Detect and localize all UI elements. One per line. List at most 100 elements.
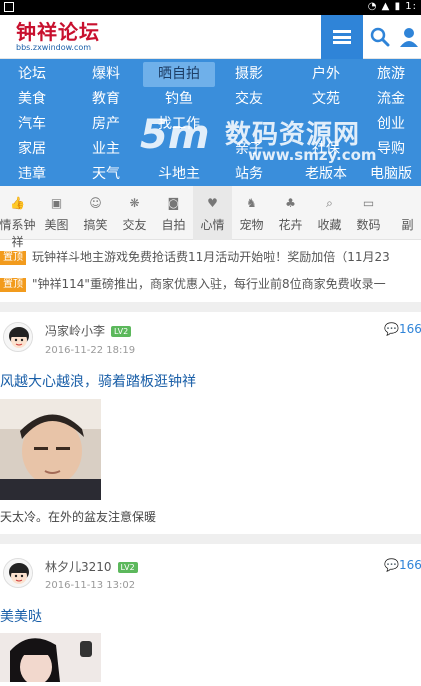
- icon-tab-label: 收藏: [317, 218, 342, 232]
- post-photo[interactable]: [0, 399, 101, 504]
- comment-number: 166: [398, 558, 421, 572]
- level-badge: LV2: [117, 562, 138, 573]
- category-晒自拍[interactable]: 晒自拍: [143, 62, 215, 87]
- user-button[interactable]: [397, 15, 421, 59]
- category-流金[interactable]: 流金: [362, 87, 420, 112]
- icon-tab-label: 副: [401, 218, 414, 232]
- comment-icon: 💬: [384, 558, 399, 572]
- category-业主[interactable]: 业主: [78, 137, 134, 162]
- icon-tab-dog[interactable]: ♞ 宠物: [232, 186, 271, 240]
- search-icon: ⌕: [326, 196, 333, 210]
- comment-count[interactable]: 💬166: [384, 558, 421, 572]
- wifi-icon: ◔: [367, 1, 378, 12]
- selfie-image: [0, 633, 101, 685]
- status-indicators: ◔ ▲ ▮ 1:: [368, 1, 417, 12]
- category-grid: 论坛 爆料 晒自拍 摄影 户外 旅游美食 教育 钓鱼 交友 文苑 流金汽车 房产 找工作 创业家居 业主 亲子…: [0, 59, 421, 186]
- heart-icon: ♥: [207, 196, 218, 210]
- icon-tab-smile[interactable]: ☺ 搞笑: [76, 186, 115, 240]
- section-divider: [0, 534, 421, 544]
- category-亲子[interactable]: 亲子: [218, 137, 280, 162]
- icon-tab-image[interactable]: ▣ 美图: [37, 186, 76, 240]
- avatar-image: [4, 559, 32, 587]
- post-date: 2016-11-13 13:02: [45, 580, 136, 591]
- avatar[interactable]: [3, 322, 33, 352]
- icon-tab-camera[interactable]: ◙ 自拍: [154, 186, 193, 240]
- post-title[interactable]: 风越大心越浪，骑着踏板逛钟祥: [0, 371, 196, 391]
- menu-button[interactable]: [321, 15, 363, 59]
- comment-count[interactable]: 💬166: [384, 322, 421, 336]
- post-text: 天太冷。在外的盆友注意保暖: [0, 510, 157, 524]
- signal-icon: ▲: [381, 1, 391, 12]
- thumbs-up-icon: 👍: [10, 196, 25, 210]
- image-icon: ▣: [50, 196, 63, 210]
- notice-text: "钟祥114"重磅推出，商家优惠入驻，每行业前8位商家免费收录一: [32, 277, 386, 291]
- icon-tab-bar: 👍 情系钟祥 ▣ 美图 ☺ 搞笑 ❋ 交友 ◙ 自拍 ♥ 心情 ♞ 宠物 ♣ 花卉 ⌕ 收藏 ▭ 数码 副: [0, 186, 421, 249]
- logo-title: 钟祥论坛: [16, 20, 100, 44]
- category-item[interactable]: [291, 112, 361, 137]
- category-item[interactable]: [143, 137, 215, 162]
- category-爆料[interactable]: 爆料: [78, 62, 134, 87]
- search-icon: [370, 27, 390, 47]
- category-找工作[interactable]: 找工作: [143, 112, 215, 137]
- icon-tab-partial[interactable]: 副: [388, 186, 421, 240]
- category-家居[interactable]: 家居: [8, 137, 56, 162]
- pinned-notice[interactable]: 置顶 "钟祥114"重磅推出，商家优惠入驻，每行业前8位商家免费收录一: [0, 271, 421, 297]
- notice-text: 玩钟祥斗地主游戏免费抢话费11月活动开始啦！奖励加倍（11月23: [32, 250, 390, 264]
- icon-tab-heart[interactable]: ♥ 心情: [193, 186, 232, 240]
- logo-url: bbs.zxwindow.com: [16, 43, 92, 52]
- icon-tab-thumbs-up[interactable]: 👍 情系钟祥: [0, 186, 37, 249]
- icon-tab-label: 心情: [200, 218, 225, 232]
- paw-icon: ❋: [129, 196, 140, 210]
- icon-tab-label: 搞笑: [83, 218, 108, 232]
- post-card[interactable]: 林夕儿3210 LV2 2016-11-13 13:02 💬166 美美哒: [0, 544, 421, 685]
- author-name: 林夕儿3210: [45, 560, 112, 574]
- category-旅游[interactable]: 旅游: [362, 62, 420, 87]
- pinned-tag: 置顶: [0, 250, 26, 265]
- category-斗地主[interactable]: 斗地主: [143, 162, 215, 187]
- category-摄影[interactable]: 摄影: [218, 62, 280, 87]
- hamburger-icon: [333, 30, 351, 44]
- post-photo[interactable]: [0, 633, 101, 686]
- category-教育[interactable]: 教育: [78, 87, 134, 112]
- icon-tab-label: 花卉: [278, 218, 303, 232]
- category-站务[interactable]: 站务: [218, 162, 280, 187]
- category-户外[interactable]: 户外: [291, 62, 361, 87]
- category-违章[interactable]: 违章: [8, 162, 56, 187]
- category-电脑版[interactable]: 电脑版: [362, 162, 420, 187]
- icon-tab-paw[interactable]: ❋ 交友: [115, 186, 154, 240]
- category-美食[interactable]: 美食: [8, 87, 56, 112]
- category-社保[interactable]: 社保: [291, 137, 361, 162]
- icon-tab-label: 宠物: [239, 218, 264, 232]
- post-author[interactable]: 林夕儿3210 LV2: [45, 558, 138, 575]
- category-房产[interactable]: 房产: [78, 112, 134, 137]
- category-创业[interactable]: 创业: [362, 112, 420, 137]
- top-header: 钟祥论坛 bbs.zxwindow.com: [0, 15, 421, 59]
- post-date: 2016-11-22 18:19: [45, 345, 136, 356]
- category-汽车[interactable]: 汽车: [8, 112, 56, 137]
- author-name: 冯家岭小李: [45, 324, 106, 338]
- avatar[interactable]: [3, 558, 33, 588]
- category-天气[interactable]: 天气: [78, 162, 134, 187]
- icon-tab-search[interactable]: ⌕ 收藏: [310, 186, 349, 240]
- category-钓鱼[interactable]: 钓鱼: [143, 87, 215, 112]
- level-badge: LV2: [111, 326, 132, 337]
- comment-icon: 💬: [384, 322, 399, 336]
- category-老版本[interactable]: 老版本: [291, 162, 361, 187]
- dog-icon: ♞: [246, 196, 257, 210]
- search-button[interactable]: [363, 15, 397, 59]
- post-author[interactable]: 冯家岭小李 LV2: [45, 322, 132, 339]
- post-card[interactable]: 冯家岭小李 LV2 2016-11-22 18:19 💬166 风越大心越浪，骑着…: [0, 312, 421, 534]
- avatar-image: [4, 323, 32, 351]
- pinned-notice[interactable]: 置顶 玩钟祥斗地主游戏免费抢话费11月活动开始啦！奖励加倍（11月23: [0, 244, 421, 270]
- icon-tab-monitor[interactable]: ▭ 数码: [349, 186, 388, 240]
- category-论坛[interactable]: 论坛: [8, 62, 56, 87]
- post-title[interactable]: 美美哒: [0, 606, 42, 626]
- category-文苑[interactable]: 文苑: [291, 87, 361, 112]
- icon-tab-label: 数码: [356, 218, 381, 232]
- icon-tab-tree[interactable]: ♣ 花卉: [271, 186, 310, 240]
- category-item[interactable]: [218, 112, 280, 137]
- category-交友[interactable]: 交友: [218, 87, 280, 112]
- category-导购[interactable]: 导购: [362, 137, 420, 162]
- pinned-tag: 置顶: [0, 277, 26, 292]
- forum-logo[interactable]: 钟祥论坛 bbs.zxwindow.com: [16, 21, 106, 55]
